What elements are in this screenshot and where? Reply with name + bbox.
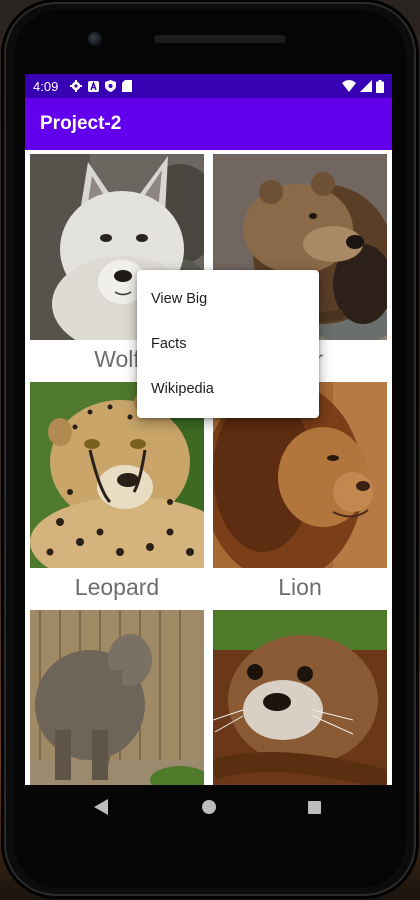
app-title: Project-2: [40, 113, 122, 134]
front-camera: [88, 32, 102, 46]
home-icon: [202, 800, 216, 814]
tile-label: Lion: [278, 574, 322, 600]
otter-photo[interactable]: [213, 610, 387, 785]
cell-signal-icon: [360, 80, 372, 92]
animal-tile-elephant[interactable]: [30, 610, 204, 785]
back-icon: [94, 799, 108, 815]
shield-icon: [105, 80, 117, 92]
context-menu: View Big Facts Wikipedia: [137, 270, 319, 418]
wifi-icon: [342, 80, 356, 92]
menu-item-wikipedia[interactable]: Wikipedia: [137, 367, 319, 412]
earpiece-speaker: [154, 35, 286, 43]
battery-icon: [376, 79, 384, 93]
menu-item-view-big[interactable]: View Big: [137, 277, 319, 322]
tile-label: Leopard: [74, 574, 160, 600]
menu-item-facts[interactable]: Facts: [137, 322, 319, 367]
recents-icon: [307, 800, 321, 814]
back-button[interactable]: [79, 785, 123, 829]
app-bar: Project-2: [25, 98, 392, 150]
sd-card-icon: [122, 80, 133, 92]
recents-button[interactable]: [292, 785, 336, 829]
navigation-bar: [25, 785, 392, 829]
elephant-photo[interactable]: [30, 610, 204, 785]
status-bar: 4:09: [25, 74, 392, 98]
status-time: 4:09: [33, 78, 59, 94]
animal-grid[interactable]: Wolf r Leopard Lion: [25, 150, 392, 785]
animal-tile-otter[interactable]: [213, 610, 387, 785]
home-button[interactable]: [187, 785, 231, 829]
gear-icon: [70, 80, 83, 92]
app-screen: 4:09 Project-2 Wolf r Leopard Lion View …: [25, 74, 392, 785]
a-icon: [88, 80, 100, 92]
